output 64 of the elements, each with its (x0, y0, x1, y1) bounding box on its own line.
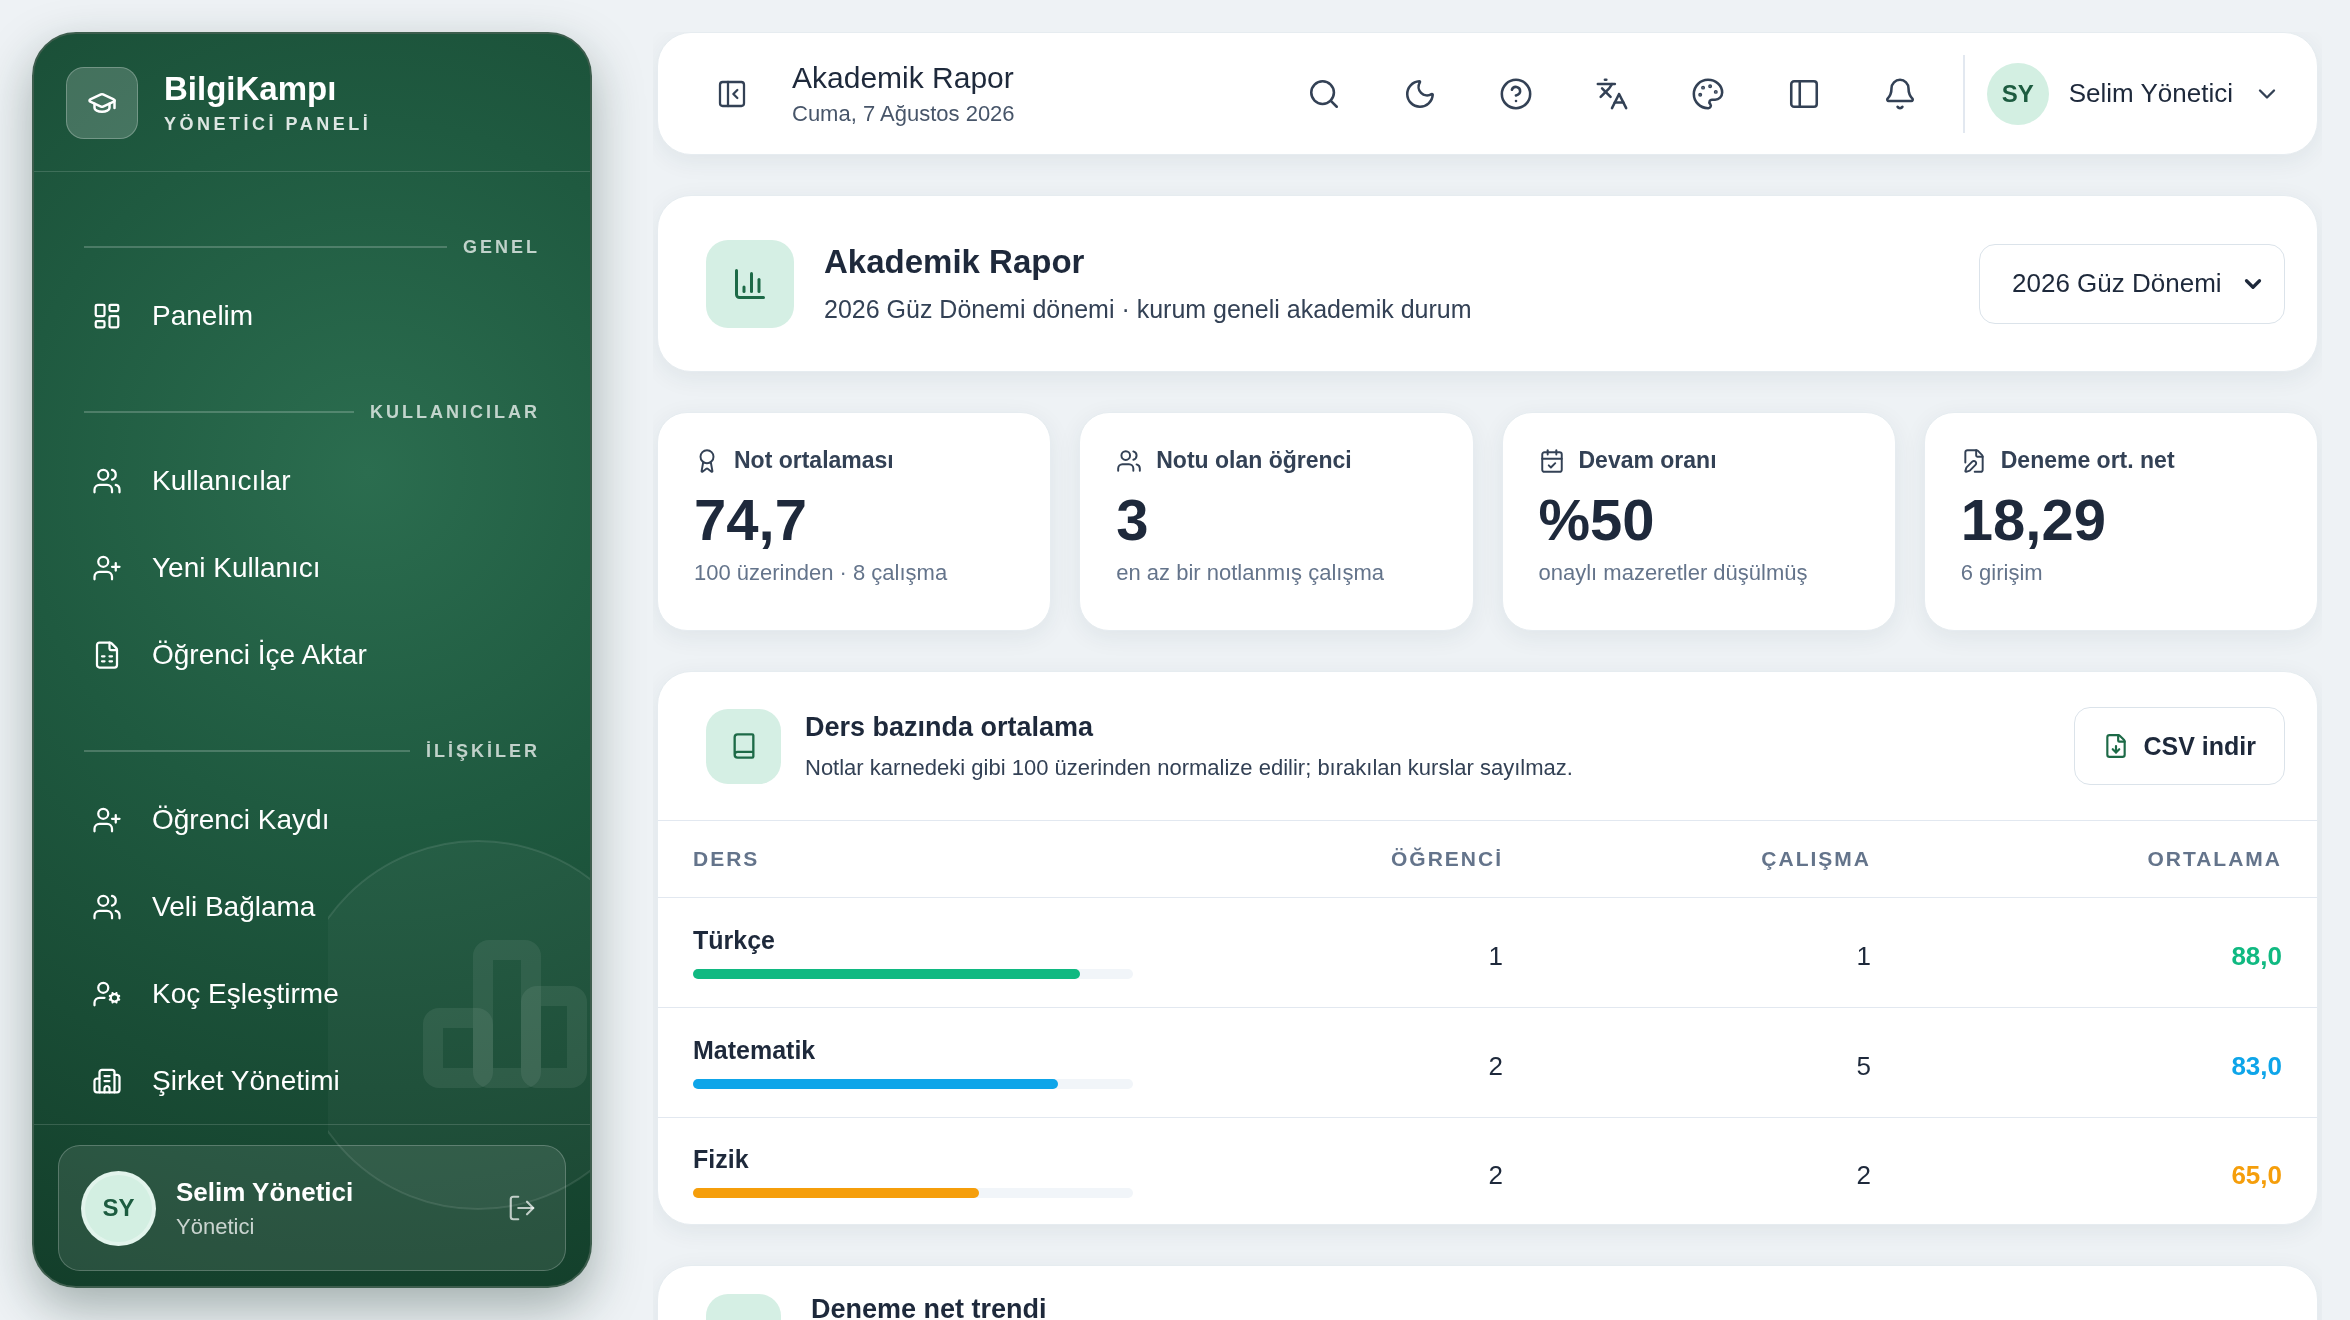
nav-item[interactable]: Panelim (84, 272, 254, 359)
table-cell-text: 1 (1855, 940, 1871, 972)
chart-icon (706, 239, 794, 328)
trend-title: Deneme net trendi (811, 1294, 1047, 1320)
report-subtitle: 2026 Güz Dönemi dönemi · kurum geneli akademik durum (824, 295, 1473, 324)
course-name: Türkçe (693, 926, 776, 955)
stat-note: 100 üzerinden · 8 çalışma (694, 559, 949, 586)
stat-value: %50 (1538, 488, 1656, 552)
stat-label: Not ortalaması (734, 447, 894, 474)
column-header: ORTALAMA (2146, 847, 2282, 871)
column-header: DERS (693, 847, 761, 871)
page-title: Akademik Rapor (792, 60, 1015, 95)
user-avatar: SY (81, 1170, 156, 1246)
csv-download-button[interactable]: CSV indir (2074, 707, 2285, 785)
nav-item[interactable]: Şirket Yönetimi (84, 1037, 340, 1124)
report-title: Akademik Rapor (824, 243, 1086, 281)
logout-icon (507, 1193, 537, 1223)
nav-item[interactable]: Yeni Kullanıcı (84, 524, 321, 611)
user-menu[interactable]: SY Selim Yönetici (1986, 62, 2281, 125)
user-role: Yönetici (176, 1213, 256, 1240)
stat-note: 6 girişim (1960, 559, 2044, 586)
translate-icon (1595, 76, 1630, 111)
course-name: Fizik (693, 1144, 750, 1174)
average-value: 83,0 (2230, 1050, 2282, 1082)
stat-label: Notu olan öğrenci (1156, 447, 1352, 474)
section-label: GENEL (463, 236, 540, 258)
stat-note: en az bir notlanmış çalışma (1116, 559, 1386, 586)
table-cell-text: 1 (1487, 940, 1503, 972)
table-cell-text: 2 (1487, 1158, 1503, 1191)
calendar-icon (1538, 447, 1565, 474)
stat-label: Devam oranı (1578, 447, 1717, 474)
section-label: KULLANICILAR (370, 401, 540, 423)
table-cell-text: 5 (1855, 1050, 1871, 1082)
average-value: 88,0 (2230, 940, 2282, 972)
user-name: Selim Yönetici (176, 1176, 355, 1208)
logo-icon (66, 66, 138, 139)
table-cell-text: 2 (1855, 1158, 1871, 1191)
nav-item[interactable]: Öğrenci Kaydı (84, 776, 330, 863)
column-header: ÇALIŞMA (1760, 847, 1871, 871)
stat-label: Deneme ort. net (2000, 447, 2175, 474)
brand-name: BilgiKampı (164, 70, 338, 108)
nav-item[interactable]: Koç Eşleştirme (84, 950, 339, 1037)
table-cell-text: 2 (1487, 1050, 1503, 1082)
brand-subtitle: YÖNETİCİ PANELİ (164, 114, 372, 135)
table-title: Ders bazında ortalama (805, 711, 1095, 743)
stat-note: onaylı mazeretler düşülmüş (1538, 559, 1809, 586)
book-icon (706, 708, 781, 784)
stat-value: 18,29 (1960, 488, 2107, 552)
stat-value: 74,7 (694, 488, 808, 552)
section-label: İLİŞKİLER (426, 740, 540, 762)
users-icon (1116, 447, 1143, 474)
nav-item[interactable]: Veli Bağlama (84, 863, 316, 950)
average-value: 65,0 (2230, 1158, 2282, 1191)
nav-item[interactable]: Kullanıcılar (84, 437, 291, 524)
help-icon (1499, 76, 1534, 111)
column-header: ÖĞRENCİ (1390, 847, 1503, 871)
palette-icon (1691, 76, 1726, 111)
term-select[interactable]: 2026 Güz Dönemi (1979, 243, 2285, 324)
date-text: Cuma, 7 Ağustos 2026 (792, 100, 1016, 127)
user-avatar: SY (1986, 62, 2049, 125)
course-name: Matematik (693, 1036, 817, 1065)
table-subtitle: Notlar karnedeki gibi 100 üzerinden normalize edilir; bırakılan kurslar sayılmaz. (805, 754, 1574, 781)
stat-value: 3 (1116, 488, 1150, 552)
nav-item[interactable]: Öğrenci İçe Aktar (84, 611, 367, 698)
